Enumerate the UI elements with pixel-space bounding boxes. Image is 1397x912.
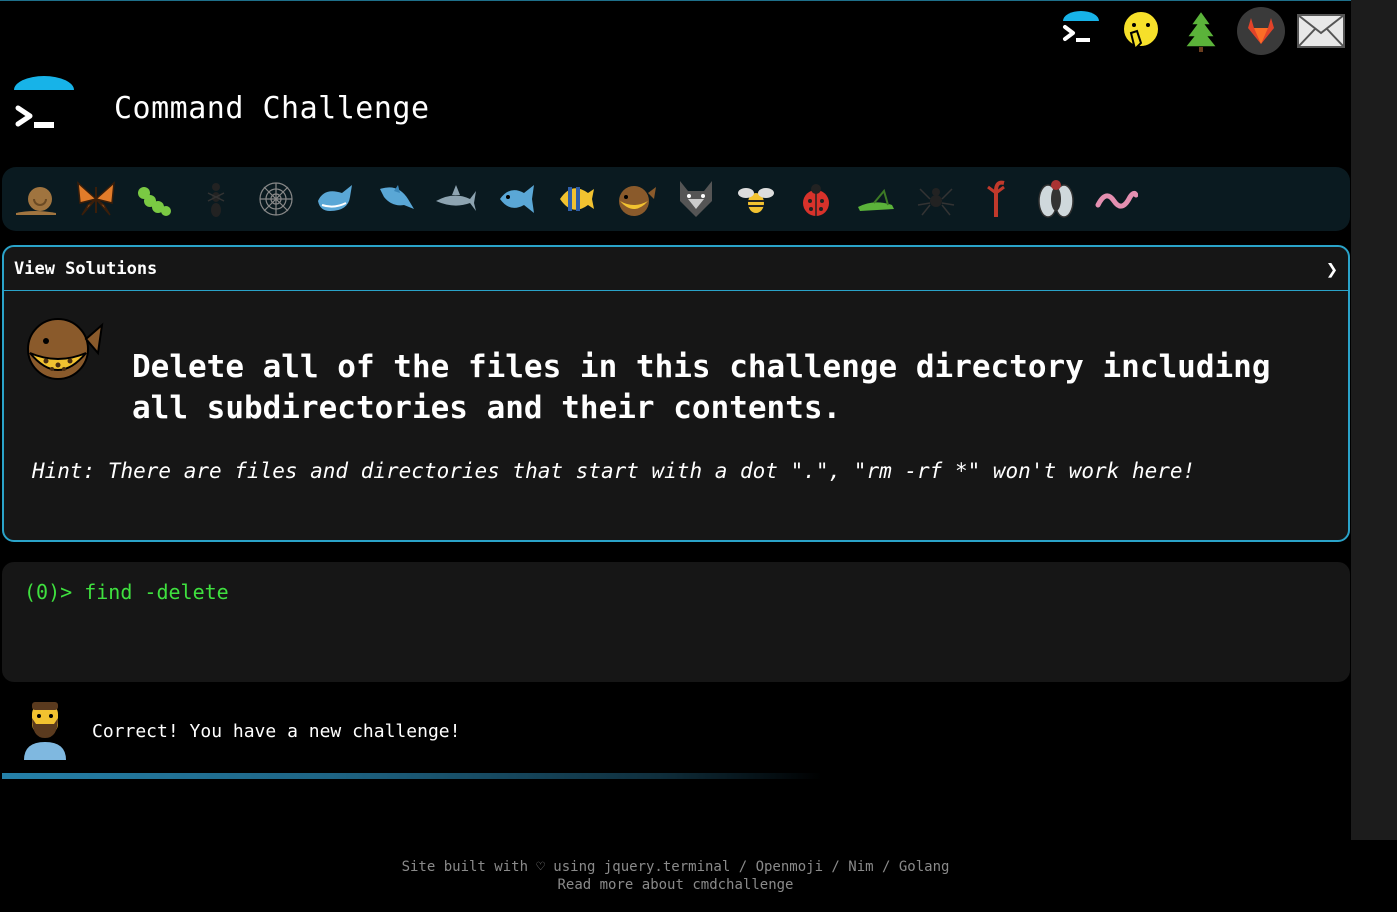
caterpillar-icon[interactable] [130, 173, 182, 225]
fish-icon[interactable] [490, 173, 542, 225]
cricket-icon[interactable] [850, 173, 902, 225]
terminal-logo-icon[interactable] [10, 74, 76, 142]
view-solutions-label: View Solutions [14, 258, 158, 279]
site-header: Command Challenge [10, 74, 430, 142]
page-title: Command Challenge [114, 90, 430, 126]
challenge-panel: View Solutions ❯ Delete all of the files… [2, 245, 1350, 542]
ladybug-icon[interactable] [790, 173, 842, 225]
terminal-prompt: (0)> [24, 580, 85, 604]
whale-icon[interactable] [310, 173, 362, 225]
challenge-animal-bar [2, 167, 1350, 231]
progress-bar [2, 773, 822, 779]
envelope-icon[interactable] [1296, 6, 1346, 56]
gitlab-icon[interactable] [1236, 6, 1286, 56]
tropical-fish-icon[interactable] [550, 173, 602, 225]
top-nav [1056, 6, 1356, 56]
spider-icon[interactable] [910, 173, 962, 225]
top-border [0, 0, 1397, 1]
snail-icon[interactable] [10, 173, 62, 225]
challenge-description: Delete all of the files in this challeng… [132, 349, 1271, 426]
terminal[interactable]: (0)> find -delete [2, 562, 1350, 682]
person-beard-avatar [20, 698, 70, 764]
footer-line-1: Site built with ♡ using jquery.terminal … [401, 859, 950, 875]
scrollbar[interactable] [1351, 0, 1397, 840]
blowfish-icon[interactable] [610, 173, 662, 225]
footer-line-2[interactable]: Read more about cmdchallenge [0, 876, 1351, 894]
scorpion-icon[interactable] [970, 173, 1022, 225]
ant-icon[interactable] [190, 173, 242, 225]
footer: Site built with ♡ using jquery.terminal … [0, 858, 1351, 894]
challenge-hint: Hint: There are files and directories th… [32, 459, 1196, 483]
worm-icon[interactable] [1090, 173, 1142, 225]
fly-icon[interactable] [1030, 173, 1082, 225]
terminal-icon[interactable] [1056, 6, 1106, 56]
dolphin-icon[interactable] [370, 173, 422, 225]
chevron-right-icon[interactable]: ❯ [1326, 257, 1338, 281]
evergreen-tree-icon[interactable] [1176, 6, 1226, 56]
result-message: Correct! You have a new challenge! [20, 698, 460, 764]
wolf-icon[interactable] [670, 173, 722, 225]
shark-icon[interactable] [430, 173, 482, 225]
terminal-command[interactable]: find -delete [84, 580, 229, 604]
blowfish-icon [18, 309, 104, 389]
face-with-hand-over-mouth-icon[interactable] [1116, 6, 1166, 56]
bee-icon[interactable] [730, 173, 782, 225]
view-solutions-toggle[interactable]: View Solutions ❯ [4, 247, 1348, 291]
terminal-line[interactable]: (0)> find -delete [24, 580, 229, 604]
result-text: Correct! You have a new challenge! [92, 720, 461, 742]
butterfly-icon[interactable] [70, 173, 122, 225]
spider-web-icon[interactable] [250, 173, 302, 225]
